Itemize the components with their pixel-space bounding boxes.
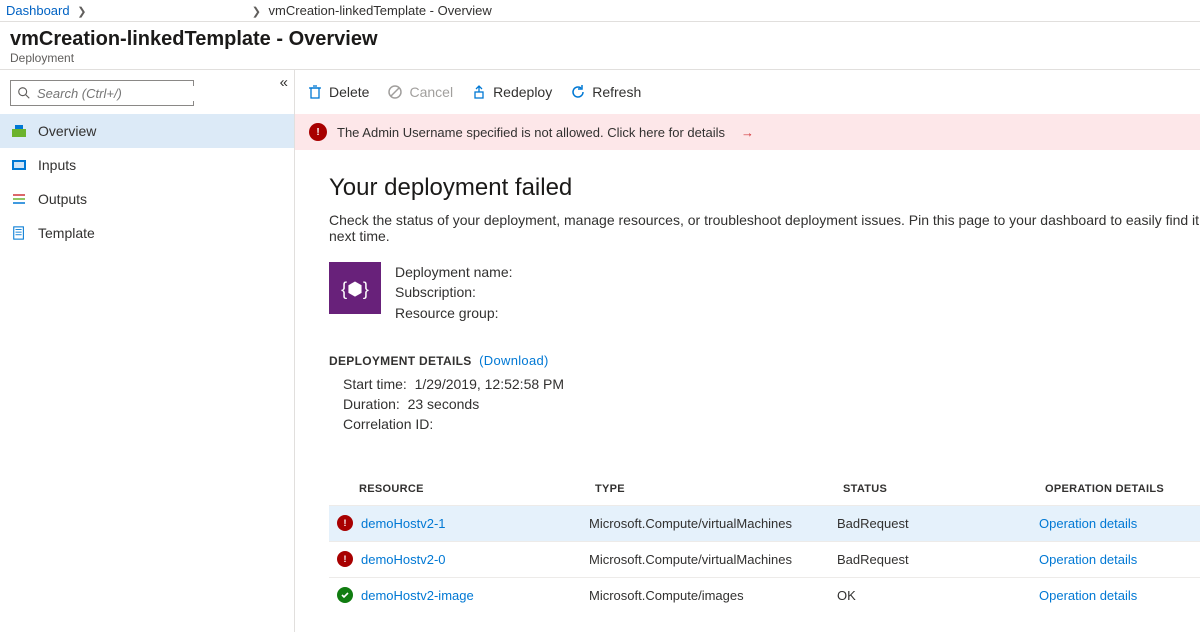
sidebar-item-overview[interactable]: Overview — [0, 114, 294, 148]
chevron-right-icon: ❯ — [77, 6, 86, 18]
delete-icon — [307, 84, 323, 100]
sidebar-item-template[interactable]: Template — [0, 216, 294, 250]
page-title: vmCreation-linkedTemplate - Overview — [10, 28, 1190, 51]
redeploy-icon — [471, 84, 487, 100]
subscription-label: Subscription: — [395, 282, 513, 302]
deployment-details: Start time: 1/29/2019, 12:52:58 PM Durat… — [329, 374, 1200, 435]
refresh-icon — [570, 84, 586, 100]
resource-link[interactable]: demoHostv2-image — [361, 588, 589, 603]
sidebar-item-inputs[interactable]: Inputs — [0, 148, 294, 182]
svg-text:!: ! — [344, 554, 347, 564]
operation-details-link[interactable]: Operation details — [1039, 588, 1137, 603]
operation-details-link[interactable]: Operation details — [1039, 552, 1137, 567]
table-header: RESOURCE TYPE STATUS OPERATION DETAILS — [329, 475, 1200, 505]
col-status: STATUS — [843, 483, 1045, 495]
outputs-icon — [10, 190, 28, 208]
alert-message: The Admin Username specified is not allo… — [337, 125, 725, 140]
sidebar-item-label: Outputs — [38, 191, 87, 207]
chevron-right-icon: ❯ — [252, 6, 261, 18]
duration-label: Duration: — [343, 396, 400, 412]
inputs-icon — [10, 156, 28, 174]
resource-status: BadRequest — [837, 552, 1039, 567]
correlation-id-label: Correlation ID: — [343, 416, 433, 432]
template-icon — [10, 224, 28, 242]
resource-link[interactable]: demoHostv2-0 — [361, 552, 589, 567]
download-link[interactable]: (Download) — [479, 353, 548, 368]
resource-status: BadRequest — [837, 516, 1039, 531]
error-alert[interactable]: ! The Admin Username specified is not al… — [295, 114, 1200, 150]
cancel-button: Cancel — [387, 84, 453, 100]
deployment-status-heading: Your deployment failed — [329, 174, 1200, 202]
page-header: vmCreation-linkedTemplate - Overview Dep… — [0, 22, 1200, 69]
start-time-label: Start time: — [343, 376, 407, 392]
svg-text:!: ! — [344, 518, 347, 528]
breadcrumb-current: vmCreation-linkedTemplate - Overview — [269, 3, 492, 18]
breadcrumb: Dashboard ❯ ❯ vmCreation-linkedTemplate … — [0, 0, 1200, 22]
resource-status: OK — [837, 588, 1039, 603]
operation-details-link[interactable]: Operation details — [1039, 516, 1137, 531]
deployment-details-header: DEPLOYMENT DETAILS (Download) — [329, 353, 1200, 368]
redeploy-button[interactable]: Redeploy — [471, 84, 552, 100]
sidebar: « Overview Inputs Outputs Template — [0, 70, 295, 632]
sidebar-item-label: Template — [38, 225, 95, 241]
search-input[interactable] — [31, 86, 215, 101]
toolbar: Delete Cancel Redeploy Refresh — [295, 70, 1200, 114]
refresh-button[interactable]: Refresh — [570, 84, 641, 100]
start-time-value: 1/29/2019, 12:52:58 PM — [415, 376, 564, 392]
resource-type: Microsoft.Compute/virtualMachines — [589, 552, 837, 567]
status-error-icon: ! — [337, 515, 353, 531]
resource-type: Microsoft.Compute/images — [589, 588, 837, 603]
duration-value: 23 seconds — [408, 396, 480, 412]
table-row[interactable]: ! demoHostv2-0 Microsoft.Compute/virtual… — [329, 541, 1200, 577]
deployment-name-label: Deployment name: — [395, 262, 513, 282]
deployment-icon: {⬢} — [329, 262, 381, 314]
col-operation: OPERATION DETAILS — [1045, 483, 1200, 495]
status-ok-icon — [337, 587, 353, 603]
resource-type: Microsoft.Compute/virtualMachines — [589, 516, 837, 531]
cancel-label: Cancel — [409, 84, 453, 100]
delete-label: Delete — [329, 84, 369, 100]
col-resource: RESOURCE — [359, 483, 595, 495]
deployment-summary: {⬢} Deployment name: Subscription: Resou… — [329, 262, 1200, 323]
overview-icon — [10, 122, 28, 140]
breadcrumb-root[interactable]: Dashboard — [6, 3, 70, 18]
col-type: TYPE — [595, 483, 843, 495]
arrow-right-icon: → — [741, 125, 754, 140]
deployment-details-table: RESOURCE TYPE STATUS OPERATION DETAILS !… — [329, 475, 1200, 613]
collapse-sidebar-button[interactable]: « — [280, 74, 288, 91]
deployment-subtext: Check the status of your deployment, man… — [329, 212, 1200, 244]
delete-button[interactable]: Delete — [307, 84, 369, 100]
resource-link[interactable]: demoHostv2-1 — [361, 516, 589, 531]
search-input-container — [10, 80, 194, 106]
sidebar-item-label: Inputs — [38, 157, 76, 173]
sidebar-item-outputs[interactable]: Outputs — [0, 182, 294, 216]
sidebar-item-label: Overview — [38, 123, 96, 139]
main-content: Delete Cancel Redeploy Refresh ! The Adm… — [295, 70, 1200, 632]
page-subtitle: Deployment — [10, 51, 1190, 65]
status-error-icon: ! — [337, 551, 353, 567]
search-icon — [17, 86, 31, 100]
cancel-icon — [387, 84, 403, 100]
resource-group-label: Resource group: — [395, 303, 513, 323]
table-row[interactable]: ! demoHostv2-1 Microsoft.Compute/virtual… — [329, 505, 1200, 541]
redeploy-label: Redeploy — [493, 84, 552, 100]
svg-text:{⬢}: {⬢} — [341, 279, 369, 299]
refresh-label: Refresh — [592, 84, 641, 100]
svg-text:!: ! — [316, 127, 319, 138]
error-icon: ! — [309, 123, 327, 141]
table-row[interactable]: demoHostv2-image Microsoft.Compute/image… — [329, 577, 1200, 613]
